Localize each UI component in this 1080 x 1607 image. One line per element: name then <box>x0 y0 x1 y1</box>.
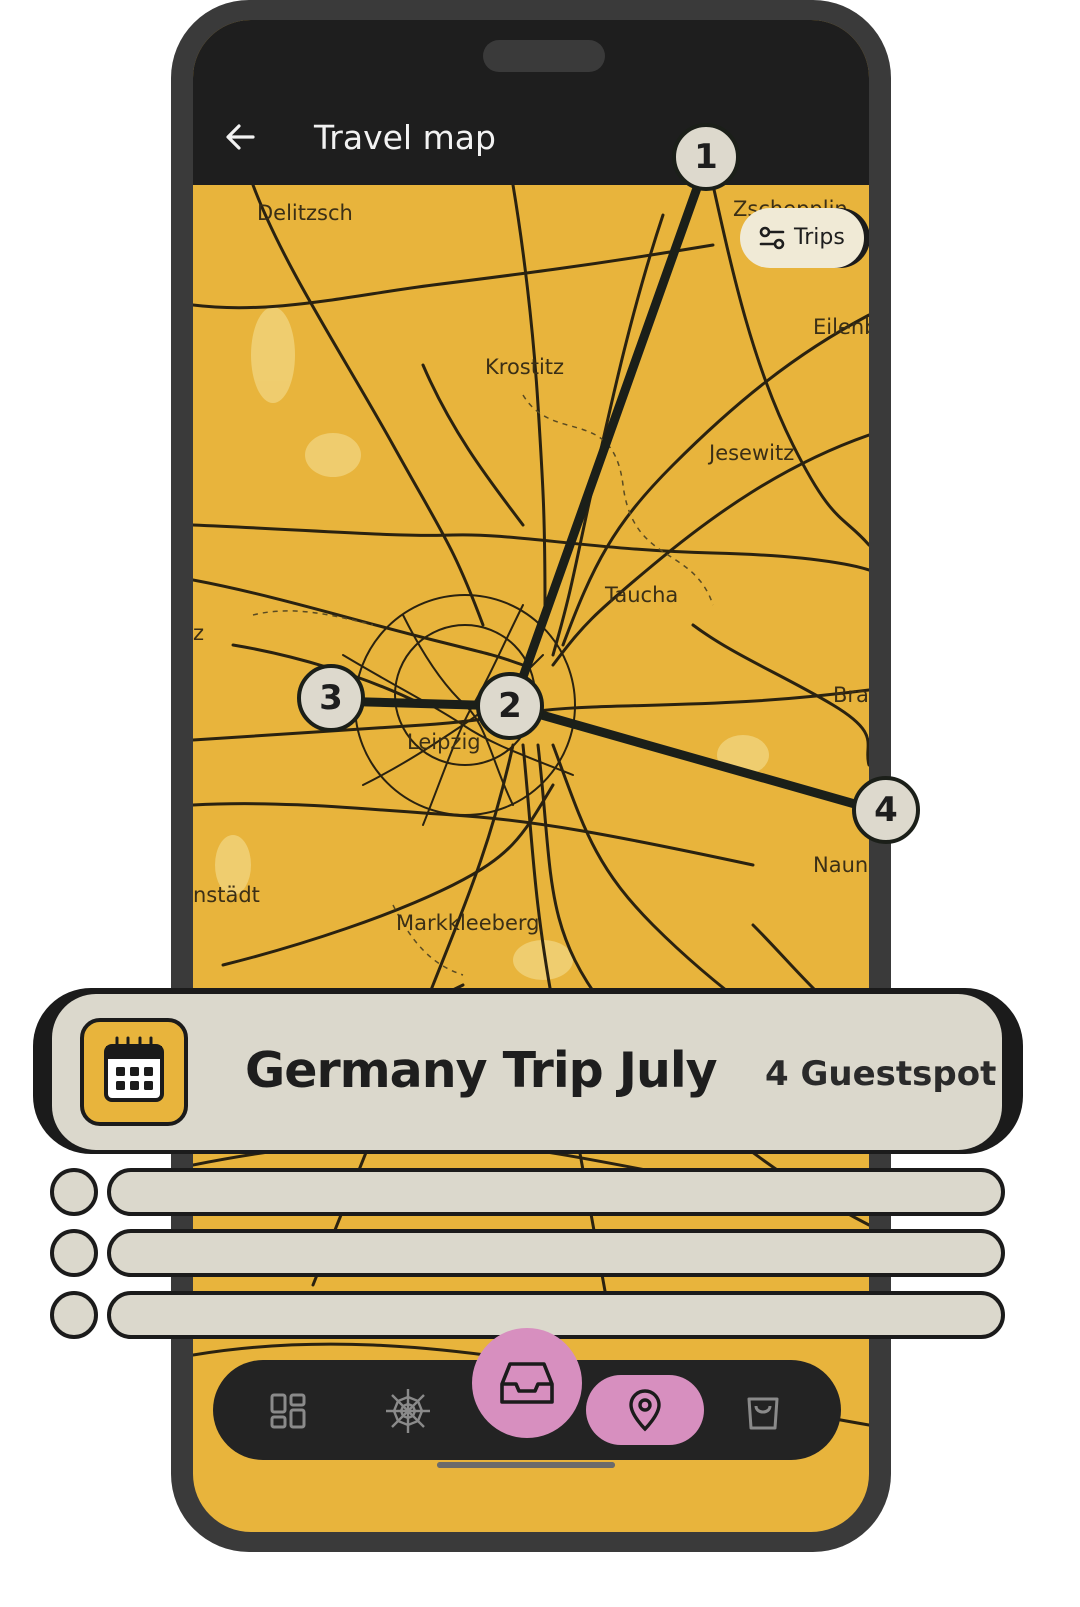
trips-label: Trips <box>794 225 845 250</box>
nav-shop[interactable] <box>738 1386 788 1436</box>
place-label: Bra <box>833 683 869 707</box>
trip-guestspot-count: 4 Guestspot <box>765 1054 997 1094</box>
list-item[interactable] <box>107 1229 1005 1277</box>
place-label: nstädt <box>193 883 260 907</box>
list-item-dot <box>50 1168 98 1216</box>
page-title: Travel map <box>314 118 496 157</box>
sliders-icon <box>759 226 785 250</box>
nav-dashboard[interactable] <box>265 1388 311 1434</box>
nav-inbox[interactable] <box>472 1328 582 1438</box>
calendar-icon <box>104 1036 164 1102</box>
route-marker-3[interactable]: 3 <box>297 664 365 732</box>
list-item[interactable] <box>107 1168 1005 1216</box>
place-label: Eilenb <box>813 315 869 339</box>
dashboard-icon <box>270 1393 306 1429</box>
camera-notch <box>483 40 605 72</box>
back-arrow-icon[interactable] <box>223 120 257 154</box>
place-label: Jesewitz <box>709 441 795 465</box>
shopping-bag-icon <box>747 1397 779 1430</box>
nav-web[interactable] <box>383 1386 433 1436</box>
place-label: Taucha <box>605 583 679 607</box>
trip-card-icon-box <box>80 1018 188 1126</box>
route-marker-2[interactable]: 2 <box>476 672 544 740</box>
inbox-icon <box>500 1362 554 1404</box>
location-pin-icon <box>629 1389 661 1432</box>
place-label: Leipzig <box>407 730 481 754</box>
place-label: Naun <box>813 853 869 877</box>
trips-filter-button[interactable]: Trips <box>740 208 864 268</box>
list-item-dot <box>50 1229 98 1277</box>
route-marker-4[interactable]: 4 <box>852 776 920 844</box>
trip-title: Germany Trip July <box>245 1042 718 1099</box>
route-marker-1[interactable]: 1 <box>672 123 740 191</box>
place-label: Delitzsch <box>257 201 353 225</box>
gesture-bar <box>437 1462 615 1468</box>
nav-location[interactable] <box>586 1375 704 1445</box>
list-item[interactable] <box>107 1291 1005 1339</box>
app-bar: Travel map <box>193 20 869 185</box>
place-label: Krostitz <box>485 355 565 379</box>
place-label: Markkleeberg <box>396 911 540 935</box>
web-icon <box>386 1389 430 1433</box>
list-item-dot <box>50 1291 98 1339</box>
place-label: z <box>193 621 205 645</box>
